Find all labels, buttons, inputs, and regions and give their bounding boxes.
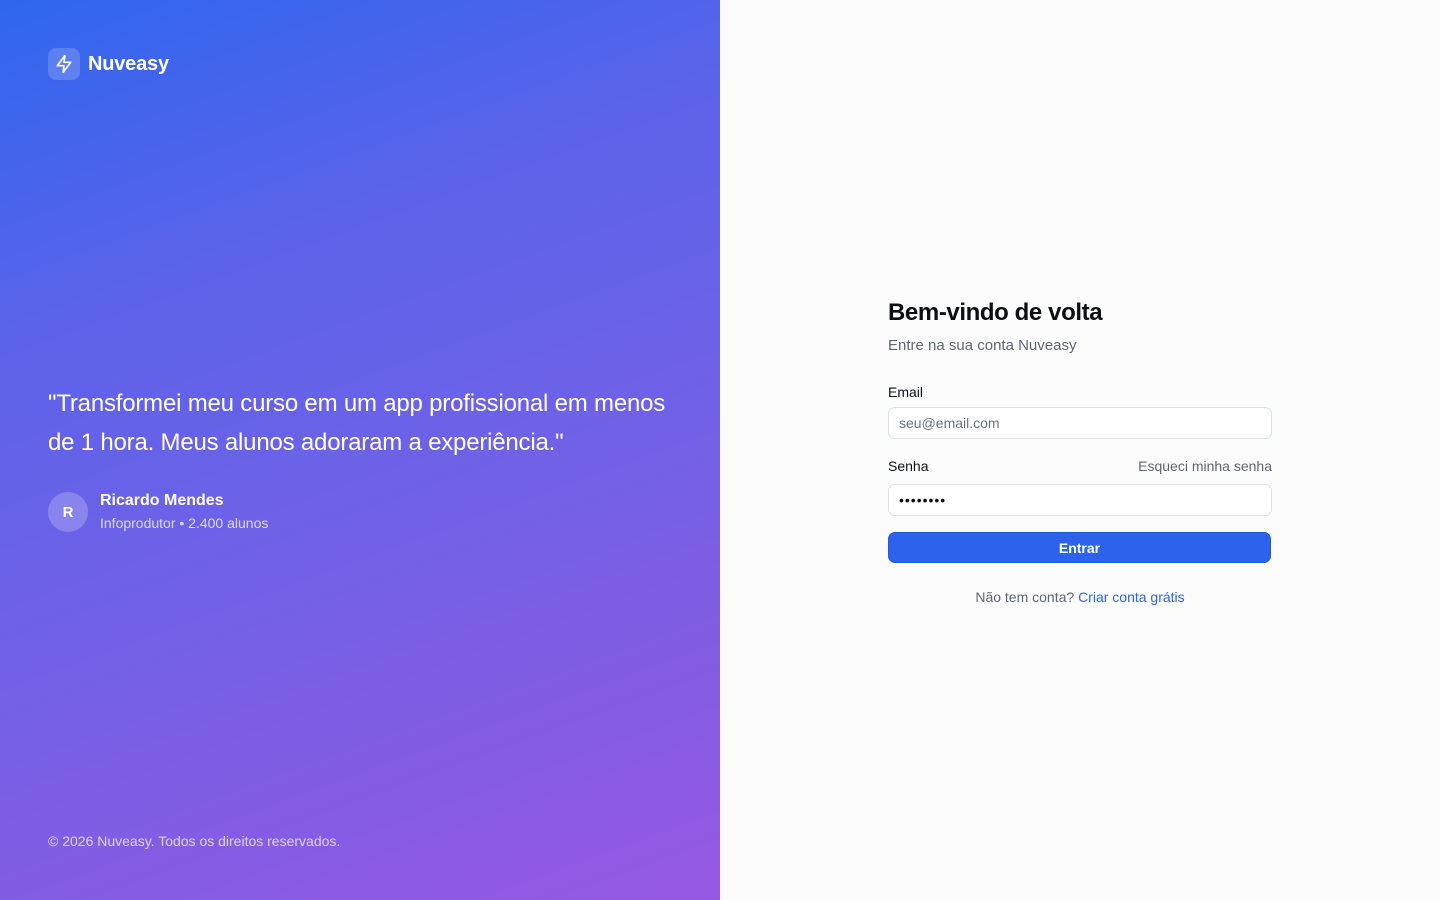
avatar: R (48, 492, 88, 532)
copyright-footer: © 2026 Nuveasy. Todos os direitos reserv… (48, 833, 341, 849)
author-name: Ricardo Mendes (100, 492, 224, 509)
testimonial: "Transformei meu curso em um app profiss… (48, 384, 688, 534)
hero-panel: Nuveasy "Transformei meu curso em um app… (0, 0, 720, 900)
page-subtitle: Entre na sua conta Nuveasy (888, 337, 1077, 354)
email-field[interactable] (888, 407, 1272, 439)
page-title: Bem-vindo de volta (888, 299, 1103, 326)
brand-logo[interactable]: Nuveasy (48, 48, 169, 80)
signup-prompt: Não tem conta? Criar conta grátis (888, 589, 1272, 605)
login-button[interactable]: Entrar (888, 532, 1271, 563)
password-label-row: Senha Esqueci minha senha (888, 457, 1272, 475)
password-label: Senha (888, 458, 929, 474)
email-label: Email (888, 384, 924, 400)
forgot-password-link[interactable]: Esqueci minha senha (1138, 458, 1272, 474)
brand-name: Nuveasy (88, 52, 169, 75)
create-account-link[interactable]: Criar conta grátis (1078, 589, 1185, 605)
testimonial-author: R Ricardo Mendes Infoprodutor • 2.400 al… (48, 490, 688, 534)
signup-prompt-text: Não tem conta? (975, 589, 1075, 605)
lightning-bolt-icon (48, 48, 80, 80)
password-field[interactable] (888, 484, 1272, 516)
login-panel: Bem-vindo de volta Entre na sua conta Nu… (720, 0, 1440, 900)
author-role: Infoprodutor • 2.400 alunos (100, 515, 269, 531)
testimonial-quote: "Transformei meu curso em um app profiss… (48, 390, 666, 456)
login-form: Bem-vindo de volta Entre na sua conta Nu… (888, 298, 1272, 605)
